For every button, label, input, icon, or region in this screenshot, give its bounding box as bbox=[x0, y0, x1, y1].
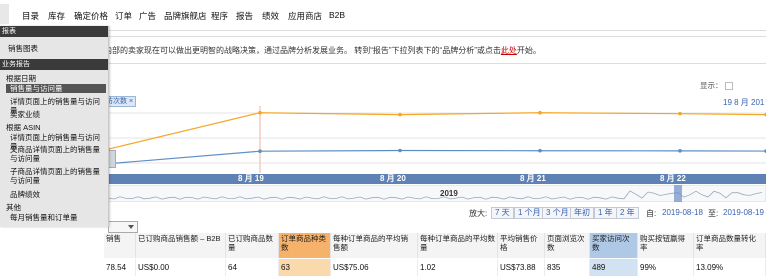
table-cell: 1.02 bbox=[418, 259, 498, 276]
table-cell: US$75.06 bbox=[331, 259, 418, 276]
table-header: 订单商品种类数 bbox=[279, 233, 331, 258]
range-selector: 放大: 7 天 1 个月 3 个月 年初 1 年 2 年 自: 2019-08-… bbox=[108, 207, 766, 219]
data-point[interactable] bbox=[538, 110, 542, 115]
nav-advertising[interactable]: 广告 bbox=[139, 10, 156, 22]
range-3m-button[interactable]: 3 个月 bbox=[542, 207, 573, 219]
table-cell: 489 bbox=[590, 259, 638, 276]
nav-catalog[interactable]: 目录 bbox=[22, 10, 39, 22]
zoom-label: 放大: bbox=[469, 209, 488, 218]
series-line bbox=[108, 149, 766, 165]
to-date-input[interactable]: 2019-08-19 bbox=[723, 208, 764, 217]
navigator-handle[interactable] bbox=[674, 185, 682, 202]
menu-section-by-asin: 根据 ASIN bbox=[6, 123, 41, 132]
table-header: 销售 bbox=[104, 233, 136, 258]
table-header: 已订购商品数量 bbox=[226, 233, 279, 258]
display-dropdown[interactable]: 显示： bbox=[700, 80, 733, 91]
banner-link[interactable]: 此处 bbox=[501, 46, 517, 55]
nav-appstore[interactable]: 应用商店 bbox=[288, 10, 322, 22]
menu-header-reports: 报表 bbox=[0, 26, 108, 37]
nav-reports[interactable]: 报告 bbox=[236, 10, 253, 22]
table-header: 订单商品数量转化率 bbox=[694, 233, 766, 258]
data-point[interactable] bbox=[258, 110, 262, 115]
navigator-year-label: 2019 bbox=[440, 189, 458, 198]
menu-item-parent-detail-sales-traffic[interactable]: 父商品详情页面上的销售量与访问量 bbox=[10, 145, 106, 163]
table-cell: 13.09% bbox=[694, 259, 766, 276]
nav-orders[interactable]: 订单 bbox=[115, 10, 132, 22]
banner-message: 牌内部的卖家现在可以做出更明智的战略决策，通过品牌分析发展业务。 转到“报告”下… bbox=[96, 46, 501, 55]
nav-stores[interactable]: 品牌旗舰店 bbox=[164, 10, 207, 22]
top-navigation: 目录 库存 确定价格 订单 广告 品牌旗舰店 程序 报告 绩效 应用商店 B2B bbox=[0, 0, 766, 31]
brand-analytics-banner: 牌内部的卖家现在可以做出更明智的战略决策，通过品牌分析发展业务。 转到“报告”下… bbox=[0, 36, 766, 64]
data-point[interactable] bbox=[258, 149, 262, 153]
banner-tail: 开始。 bbox=[516, 46, 541, 55]
menu-item-seller-performance[interactable]: 卖家业绩 bbox=[10, 110, 106, 119]
range-1m-button[interactable]: 1 个月 bbox=[514, 207, 545, 219]
to-label: 至: bbox=[708, 209, 719, 218]
table-cell: 63 bbox=[279, 259, 331, 276]
nav-programs[interactable]: 程序 bbox=[211, 10, 228, 22]
table-header: 已订购商品销售额 – B2B bbox=[136, 233, 226, 258]
x-axis-label: 8 月 19 bbox=[238, 174, 264, 183]
range-7d-button[interactable]: 7 天 bbox=[491, 207, 514, 219]
nav-b2b[interactable]: B2B bbox=[329, 10, 345, 20]
table-cell: 835 bbox=[545, 259, 590, 276]
menu-item-child-detail-sales-traffic[interactable]: 子商品详情页面上的销售量与访问量 bbox=[10, 167, 106, 185]
table-header: 购买按钮赢得率 bbox=[638, 233, 694, 258]
menu-section-by-date: 根据日期 bbox=[6, 74, 36, 83]
from-date-input[interactable]: 2019-08-18 bbox=[662, 208, 703, 217]
series-line bbox=[108, 112, 766, 150]
menu-item-sales-dashboard[interactable]: 销售图表 bbox=[8, 44, 104, 53]
table-header: 买家访问次数 bbox=[590, 233, 638, 258]
from-label: 自: bbox=[646, 209, 657, 218]
data-point[interactable] bbox=[398, 112, 402, 117]
menu-item-monthly-sales-orders[interactable]: 每月销售量和订单量 bbox=[10, 213, 106, 222]
table-header: 平均销售价格 bbox=[498, 233, 545, 258]
data-point[interactable] bbox=[538, 148, 542, 153]
menu-header-business-reports: 业务报告 bbox=[0, 59, 108, 70]
range-1y-button[interactable]: 1 年 bbox=[594, 207, 617, 219]
navigator-background bbox=[108, 185, 766, 202]
nav-pricing[interactable]: 确定价格 bbox=[74, 10, 108, 22]
table-header: 页面浏览次数 bbox=[545, 233, 590, 258]
display-label: 显示： bbox=[700, 81, 723, 90]
x-axis-label: 8 月 20 bbox=[380, 174, 406, 183]
summary-table: 销售 已订购商品销售额 – B2B 已订购商品数量 订单商品种类数 每种订单商品… bbox=[0, 233, 766, 276]
data-point[interactable] bbox=[678, 149, 682, 153]
table-cell: 64 bbox=[226, 259, 279, 276]
data-point[interactable] bbox=[678, 111, 682, 116]
x-axis-bar: 8 月 19 8 月 20 8 月 21 8 月 22 bbox=[108, 174, 766, 184]
table-cell: US$0.00 bbox=[136, 259, 226, 276]
dropdown-icon bbox=[724, 82, 733, 91]
table-cell: US$73.88 bbox=[498, 259, 545, 276]
table-cell: 99% bbox=[638, 259, 694, 276]
range-2y-button[interactable]: 2 年 bbox=[616, 207, 639, 219]
table-cell: 78.54 bbox=[104, 259, 136, 276]
navigator-strip[interactable] bbox=[108, 185, 766, 202]
line-chart bbox=[108, 106, 766, 173]
x-axis-label: 8 月 21 bbox=[520, 174, 546, 183]
menu-section-other: 其他 bbox=[6, 203, 21, 212]
menu-item-brand-performance[interactable]: 品牌绩效 bbox=[10, 190, 106, 199]
table-view-select[interactable] bbox=[108, 221, 138, 233]
nav-inventory[interactable]: 库存 bbox=[48, 10, 65, 22]
table-header: 每种订单商品的平均销售额 bbox=[331, 233, 418, 258]
scroll-left-handle[interactable] bbox=[108, 150, 116, 168]
logo bbox=[0, 4, 9, 24]
range-ytd-button[interactable]: 年初 bbox=[570, 207, 594, 219]
table-header: 每种订单商品的平均数量 bbox=[418, 233, 498, 258]
banner-text: 牌内部的卖家现在可以做出更明智的战略决策，通过品牌分析发展业务。 转到“报告”下… bbox=[96, 45, 541, 56]
menu-item-sales-traffic[interactable]: 销售量与访问量 bbox=[6, 84, 106, 93]
nav-performance[interactable]: 绩效 bbox=[262, 10, 279, 22]
data-point[interactable] bbox=[398, 148, 402, 153]
x-axis-label: 8 月 22 bbox=[660, 174, 686, 183]
reports-menu: 报表 销售图表 业务报告 根据日期 销售量与访问量 详情页面上的销售量与访问量 … bbox=[0, 26, 109, 227]
